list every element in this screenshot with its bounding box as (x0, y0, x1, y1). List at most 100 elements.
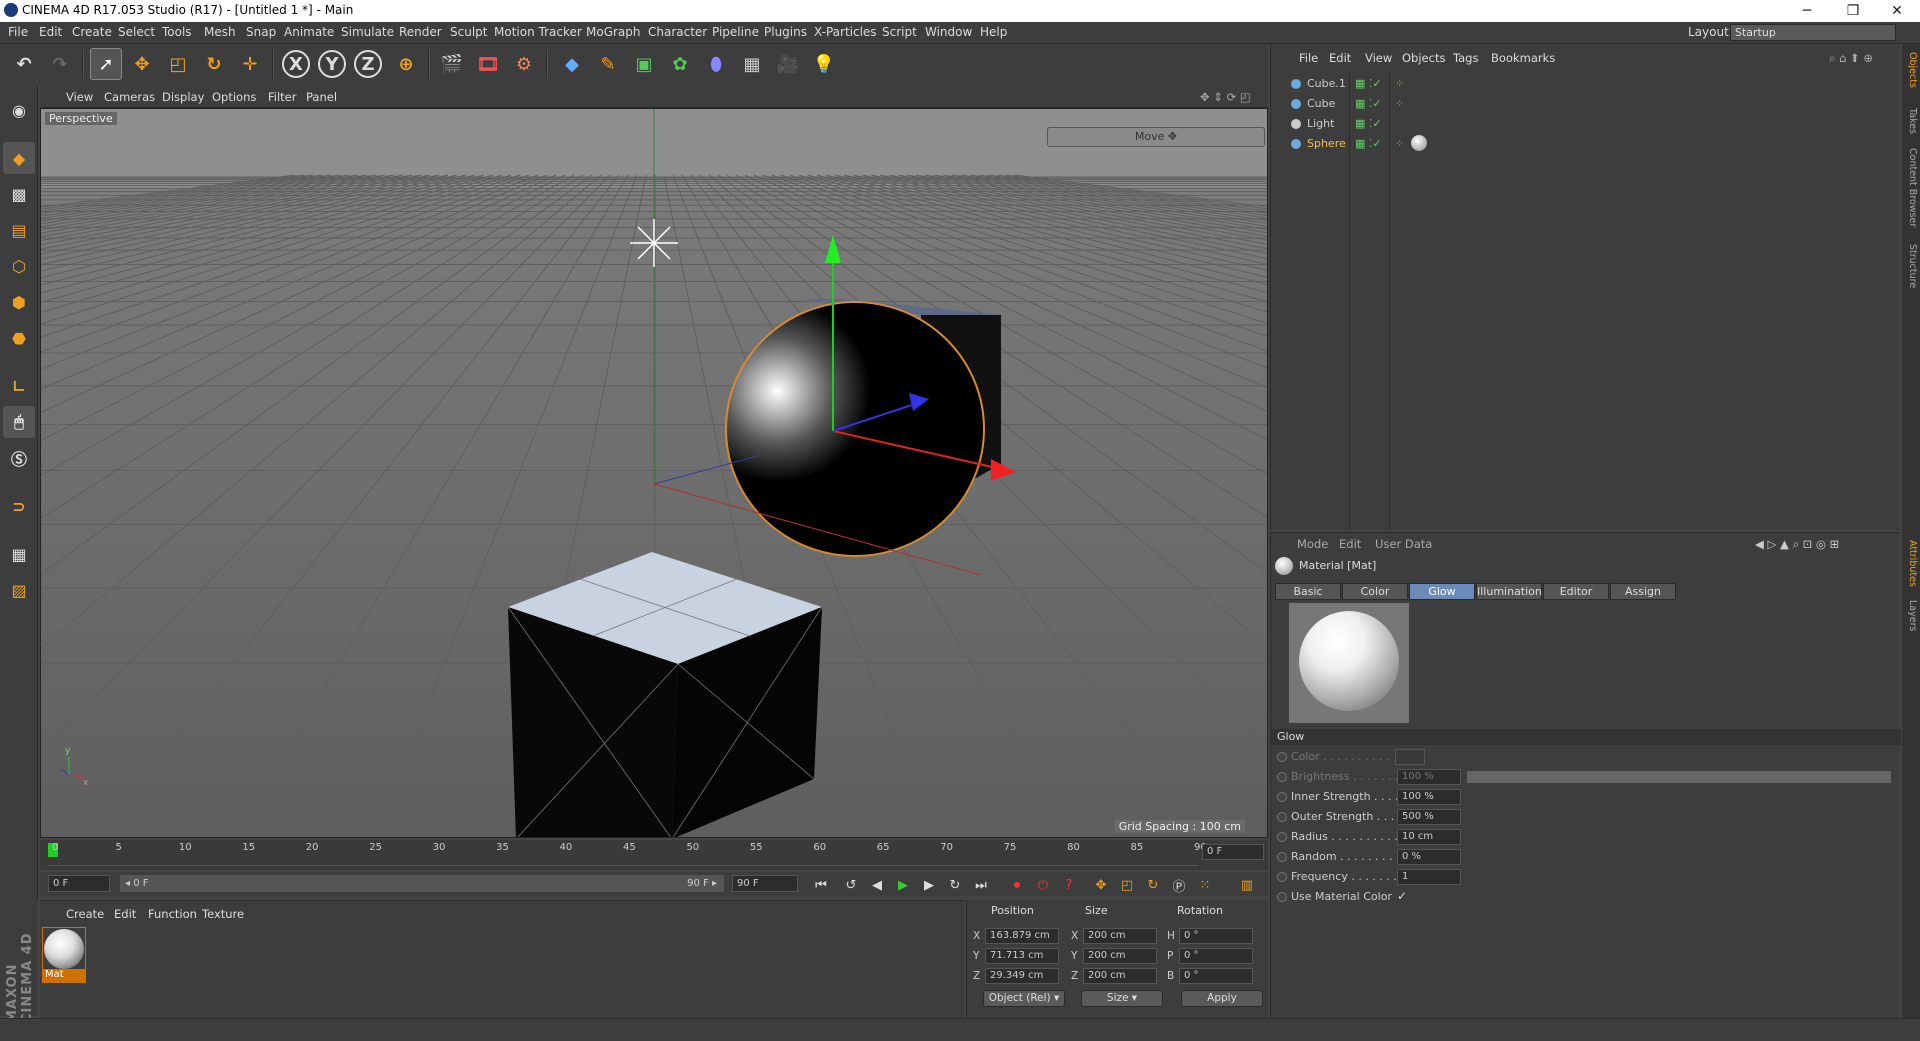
planar-workplane-icon[interactable]: ▨ (3, 574, 35, 606)
attr-menu-mode[interactable]: Mode (1297, 537, 1328, 551)
coord-pos-z-field[interactable]: 29.349 cm (985, 968, 1059, 984)
param-use-material-color[interactable]: Use Material Color ✓ (1271, 887, 1901, 907)
polygons-mode-icon[interactable]: ⬣ (3, 322, 35, 354)
cloner-icon[interactable]: ✿ (664, 48, 696, 80)
attr-menu-edit[interactable]: Edit (1339, 537, 1361, 551)
material-preview[interactable] (1289, 603, 1409, 723)
workplane-lock-icon[interactable]: ▦ (3, 538, 35, 570)
param-radius[interactable]: Radius . . . . . . . . . . 10 cm (1271, 827, 1901, 847)
material-menu-function[interactable]: Function (148, 907, 197, 921)
magnet-icon[interactable]: ⊃ (3, 490, 35, 522)
param-outer-strength[interactable]: Outer Strength . . . 500 % (1271, 807, 1901, 827)
pen-spline-icon[interactable]: ✎ (592, 48, 624, 80)
world-coordinates-icon[interactable]: ⊕ (390, 48, 422, 80)
visibility-icon[interactable]: ▦ ⁚✓ (1355, 137, 1382, 150)
floor-icon[interactable]: ▦ (736, 48, 768, 80)
menu-pipeline[interactable]: Pipeline (712, 25, 759, 39)
coord-rot-h-field[interactable]: 0 ° (1179, 928, 1253, 944)
object-menu-tags[interactable]: Tags (1453, 51, 1478, 65)
menu-select[interactable]: Select (118, 25, 155, 39)
axis-mode-icon[interactable]: ∟ (3, 370, 35, 402)
param-inner-strength[interactable]: Inner Strength . . . . 100 % (1271, 787, 1901, 807)
coord-size-y-field[interactable]: 200 cm (1083, 948, 1157, 964)
object-row-sphere[interactable]: Sphere ▦ ⁚✓ ⁘ (1271, 134, 1901, 154)
menu-tools[interactable]: Tools (162, 25, 192, 39)
visibility-icon[interactable]: ▦ ⁚✓ (1355, 97, 1382, 110)
timeline-ruler[interactable]: 0 5 10 15 20 25 30 35 40 45 50 55 60 65 70 75 80 85 90 0 F (40, 840, 1268, 870)
object-menu-view[interactable]: View (1365, 51, 1392, 65)
param-value[interactable]: 10 cm (1397, 829, 1461, 845)
next-keyframe-icon[interactable]: ↻ (944, 874, 966, 896)
param-value[interactable]: 0 % (1397, 849, 1461, 865)
points-mode-icon[interactable]: ⬡ (3, 250, 35, 282)
animate-toggle[interactable] (1277, 772, 1287, 782)
side-tab-layers[interactable]: Layers (1904, 600, 1918, 631)
menu-mesh[interactable]: Mesh (204, 25, 236, 39)
undo-icon[interactable]: ↶ (8, 48, 40, 80)
menu-x-particles[interactable]: X-Particles (814, 25, 877, 39)
menu-mograph[interactable]: MoGraph (586, 25, 641, 39)
y-axis-lock-icon[interactable]: Y (318, 50, 346, 78)
start-frame-field[interactable]: 0 F (48, 875, 110, 892)
animate-toggle[interactable] (1277, 852, 1287, 862)
key-pla-icon[interactable]: ⁙ (1194, 874, 1216, 896)
render-view-icon[interactable]: 🎬 (436, 48, 468, 80)
object-menu-bookmarks[interactable]: Bookmarks (1491, 51, 1555, 65)
key-position-icon[interactable]: ✥ (1090, 874, 1112, 896)
go-to-start-icon[interactable]: ⏮ (810, 874, 832, 896)
viewport-menu-cameras[interactable]: Cameras (104, 90, 155, 104)
tab-color[interactable]: Color (1342, 583, 1408, 600)
menu-edit[interactable]: Edit (39, 25, 62, 39)
tab-glow[interactable]: Glow (1409, 583, 1475, 600)
layout-select[interactable]: Startup (1730, 24, 1896, 41)
param-value[interactable]: 100 % (1397, 789, 1461, 805)
material-menu-texture[interactable]: Texture (202, 907, 244, 921)
subdivision-surface-icon[interactable]: ▣ (628, 48, 660, 80)
edges-mode-icon[interactable]: ⬢ (3, 286, 35, 318)
param-brightness[interactable]: Brightness . . . . . . . 100 % (1271, 767, 1901, 787)
render-settings-icon[interactable]: ⚙ (508, 48, 540, 80)
menu-script[interactable]: Script (882, 25, 917, 39)
object-menu-file[interactable]: File (1299, 51, 1318, 65)
prev-keyframe-icon[interactable]: ↺ (840, 874, 862, 896)
coord-rot-p-field[interactable]: 0 ° (1179, 948, 1253, 964)
play-icon[interactable]: ▶ (892, 874, 914, 896)
z-axis-lock-icon[interactable]: Z (354, 50, 382, 78)
scale-tool-icon[interactable]: ◰ (162, 48, 194, 80)
object-row-light[interactable]: Light ▦ ⁚✓ (1271, 114, 1901, 134)
frame-range-slider[interactable]: ◂ 0 F 90 F ▸ (120, 875, 724, 892)
viewport-menu-panel[interactable]: Panel (306, 90, 337, 104)
x-axis-lock-icon[interactable]: X (282, 50, 310, 78)
param-value[interactable]: 500 % (1397, 809, 1461, 825)
go-to-end-icon[interactable]: ⏭ (970, 874, 992, 896)
live-selection-icon[interactable]: ➚ (90, 48, 122, 80)
minimize-button[interactable]: ─ (1784, 0, 1830, 22)
render-picture-viewer-icon[interactable]: 🎞 (472, 48, 504, 80)
object-menu-edit[interactable]: Edit (1329, 51, 1351, 65)
perspective-viewport[interactable]: y x Perspective Move ✥ Grid Spacing : 10… (40, 108, 1268, 838)
viewport-nav-icons[interactable]: ✥ ⇕ ⟳ ◰ (1200, 90, 1251, 104)
tab-basic[interactable]: Basic (1275, 583, 1341, 600)
prev-frame-icon[interactable]: ◀ (866, 874, 888, 896)
animate-toggle[interactable] (1277, 872, 1287, 882)
attr-nav-icons[interactable]: ◀ ▷ ▲ ⌕ ⊡ ◎ ⊞ (1755, 537, 1839, 552)
side-tab-attributes[interactable]: Attributes (1904, 540, 1918, 587)
brightness-slider[interactable] (1467, 771, 1891, 783)
camera-icon[interactable]: 🎥 (772, 48, 804, 80)
autokeying-icon[interactable]: ⏻ (1032, 874, 1054, 896)
viewport-menu-display[interactable]: Display (162, 90, 204, 104)
move-tool-icon[interactable]: ✥ (126, 48, 158, 80)
model-mode-icon[interactable]: ◆ (3, 142, 35, 174)
coord-pos-y-field[interactable]: 71.713 cm (985, 948, 1059, 964)
menu-simulate[interactable]: Simulate (341, 25, 394, 39)
tab-assign[interactable]: Assign (1610, 583, 1676, 600)
material-menu-edit[interactable]: Edit (114, 907, 136, 921)
current-frame-field[interactable]: 0 F (1202, 844, 1264, 860)
object-menu-objects[interactable]: Objects (1402, 51, 1445, 65)
viewport-menu-options[interactable]: Options (212, 90, 256, 104)
key-rotation-icon[interactable]: ↻ (1142, 874, 1164, 896)
recent-tool-icon[interactable]: ✛ (234, 48, 266, 80)
animate-toggle[interactable] (1277, 892, 1287, 902)
tab-editor[interactable]: Editor (1543, 583, 1609, 600)
maximize-button[interactable]: ❐ (1830, 0, 1876, 22)
